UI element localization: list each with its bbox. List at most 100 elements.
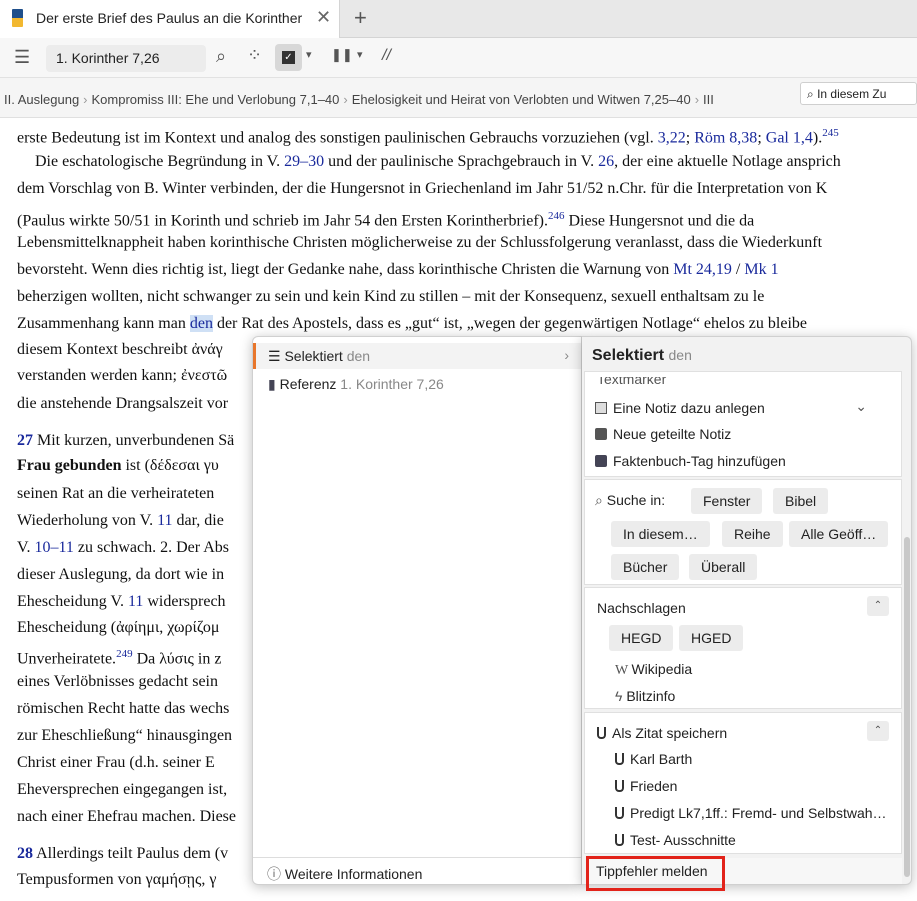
tag-icon	[595, 455, 607, 467]
chevron-right-icon: ›	[343, 92, 348, 107]
notes-icon	[595, 402, 607, 414]
search-in-label: ⌕ Suche in:	[595, 492, 666, 508]
columns-icon[interactable]: ❚❚	[331, 47, 353, 63]
search-card: ⌕ Suche in: Fenster Bibel In diesem… Rei…	[584, 479, 902, 585]
document-tab[interactable]: Der erste Brief des Paulus an die Korint…	[0, 0, 340, 38]
clip-icon	[615, 807, 624, 819]
tab-title: Der erste Brief des Paulus an die Korint…	[36, 10, 303, 26]
text-line: Tempusformen von γαμήσῃς, γ	[17, 871, 217, 888]
verse-link[interactable]: 11	[128, 593, 143, 610]
add-note-item[interactable]: Eine Notiz dazu anlegen	[595, 400, 765, 416]
bible-link[interactable]: Mt 24,19	[673, 261, 732, 278]
search-icon: ⌕	[595, 492, 607, 508]
search-chip[interactable]: Alle Geöff…	[789, 521, 889, 547]
search-chip[interactable]: Überall	[689, 554, 758, 580]
search-icon[interactable]: ⌕	[216, 46, 226, 67]
text-line: dieser Auslegung, da dort wie in	[17, 566, 225, 583]
footnote-link[interactable]: 249	[116, 648, 133, 660]
clip-item[interactable]: Frieden	[615, 778, 677, 794]
lookup-chip[interactable]: HGED	[679, 625, 744, 651]
collapse-icon[interactable]: ⌃	[867, 596, 889, 616]
chat-icon	[595, 428, 607, 440]
lookup-card: Nachschlagen ⌃ HEGD HGED W Wikipedia ϟ B…	[584, 587, 902, 709]
breadcrumb-item[interactable]: III	[703, 92, 714, 107]
text-line: eines Verlöbnisses gedacht sein	[17, 673, 218, 690]
text-line: die anstehende Drangsalszeit vor	[17, 395, 229, 412]
menu-item-selected[interactable]: ☰ Selektiert den ›	[253, 343, 581, 369]
verse-link[interactable]: 10–11	[35, 539, 74, 556]
lightning-icon: ϟ	[615, 688, 627, 704]
clip-icon	[615, 753, 624, 765]
lookup-chip[interactable]: HEGD	[609, 625, 674, 651]
text-line: bevorsteht. Wenn dies richtig ist, liegt…	[17, 261, 779, 278]
context-menu: ☰ Selektiert den › ▮ Referenz 1. Korinthe…	[252, 336, 582, 885]
search-chip[interactable]: Fenster	[691, 488, 763, 514]
breadcrumb-item[interactable]: Ehelosigkeit und Heirat von Verlobten un…	[352, 92, 691, 107]
more-info-button[interactable]: ⓘ Weitere Informationen	[253, 857, 581, 885]
search-icon: ⌕	[807, 87, 818, 101]
blitzinfo-item[interactable]: ϟ Blitzinfo	[615, 688, 675, 704]
text-line: Unverheiratete.249 Da λύσις in z	[17, 648, 222, 668]
lines-icon: ☰	[268, 348, 285, 364]
text-line: verstanden werden kann; ἐνεστῶ	[17, 367, 228, 384]
search-chip[interactable]: Bibel	[773, 488, 829, 514]
highlight-box	[586, 856, 725, 891]
shared-note-item[interactable]: Neue geteilte Notiz	[595, 426, 731, 442]
chevron-down-icon[interactable]: ▾	[357, 48, 363, 61]
clip-icon	[615, 834, 624, 846]
search-chip[interactable]: Bücher	[611, 554, 680, 580]
text-line: diesem Kontext beschreibt ἀνάγ	[17, 341, 223, 358]
clip-item[interactable]: Predigt Lk7,1ff.: Fremd- und Selbstwah…	[615, 805, 887, 821]
collapse-icon[interactable]: ⌃	[867, 721, 889, 741]
clip-icon	[615, 780, 624, 792]
wikipedia-item[interactable]: W Wikipedia	[615, 661, 692, 679]
chevron-down-icon[interactable]: ⌄	[855, 398, 867, 415]
text-line: 28 Allerdings teilt Paulus dem (v	[17, 845, 229, 862]
text-line: V. 10–11 zu schwach. 2. Der Abs	[17, 539, 229, 556]
reference-input[interactable]: 1. Korinther 7,26	[46, 45, 206, 72]
search-chip[interactable]: In diesem…	[611, 521, 710, 547]
verse-link[interactable]: 26	[598, 153, 614, 170]
bible-link[interactable]: Gal 1,4	[766, 129, 813, 146]
book-icon	[12, 9, 23, 27]
breadcrumb: II. Auslegung › Kompromiss III: Ehe und Ve…	[4, 92, 714, 107]
search-chip[interactable]: Reihe	[722, 521, 783, 547]
text-line: römischen Recht hatte das wechs	[17, 700, 230, 717]
text-line: Eheversprechen eingegangen ist,	[17, 781, 228, 798]
text-line: Ehescheidung (ἀφίημι, χωρίζομ	[17, 619, 220, 636]
footnote-link[interactable]: 245	[822, 127, 839, 139]
menu-icon[interactable]: ☰	[14, 47, 30, 68]
highlighter-row[interactable]: Textmarker	[597, 377, 666, 387]
text-line: seinen Rat an die verheirateten	[17, 485, 215, 502]
footnote-link[interactable]: 246	[548, 210, 565, 222]
parallel-resources-icon[interactable]: ⁘	[247, 45, 262, 66]
bible-link[interactable]: 3,22	[658, 129, 686, 146]
chevron-down-icon[interactable]: ▾	[306, 48, 312, 61]
wikipedia-icon: W	[615, 663, 632, 678]
bible-link[interactable]: Mk 1	[744, 261, 778, 278]
verse-number[interactable]: 27	[17, 432, 33, 449]
search-placeholder: In diesem Zu	[817, 87, 887, 101]
search-input[interactable]: ⌕ In diesem Zu	[800, 82, 917, 105]
visual-filter-button[interactable]: ✓	[275, 44, 302, 71]
verse-link[interactable]: 11	[157, 512, 172, 529]
close-icon[interactable]: ✕	[316, 7, 331, 28]
clip-label: Als Zitat speichern	[597, 725, 727, 741]
interlinear-icon[interactable]: //	[382, 47, 391, 65]
chevron-right-icon: ›	[694, 92, 700, 107]
selected-word[interactable]: den	[189, 315, 213, 332]
text-line: erste Bedeutung ist im Kontext und analo…	[17, 127, 839, 147]
scrollbar[interactable]	[904, 537, 910, 877]
new-tab-button[interactable]: +	[354, 5, 367, 31]
bible-link[interactable]: Röm 8,38	[694, 129, 757, 146]
verse-link[interactable]: 29–30	[284, 153, 324, 170]
breadcrumb-item[interactable]: Kompromiss III: Ehe und Verlobung 7,1–40	[92, 92, 340, 107]
factbook-tag-item[interactable]: Faktenbuch-Tag hinzufügen	[595, 453, 786, 469]
text-line: Wiederholung von V. 11 dar, die	[17, 512, 224, 529]
verse-number[interactable]: 28	[17, 845, 33, 862]
menu-item-reference[interactable]: ▮ Referenz 1. Korinther 7,26	[253, 371, 581, 397]
notes-card: Textmarker Eine Notiz dazu anlegen ⌄ Neu…	[584, 371, 902, 477]
breadcrumb-item[interactable]: II. Auslegung	[4, 92, 79, 107]
clip-item[interactable]: Karl Barth	[615, 751, 692, 767]
clip-item[interactable]: Test- Ausschnitte	[615, 832, 736, 848]
